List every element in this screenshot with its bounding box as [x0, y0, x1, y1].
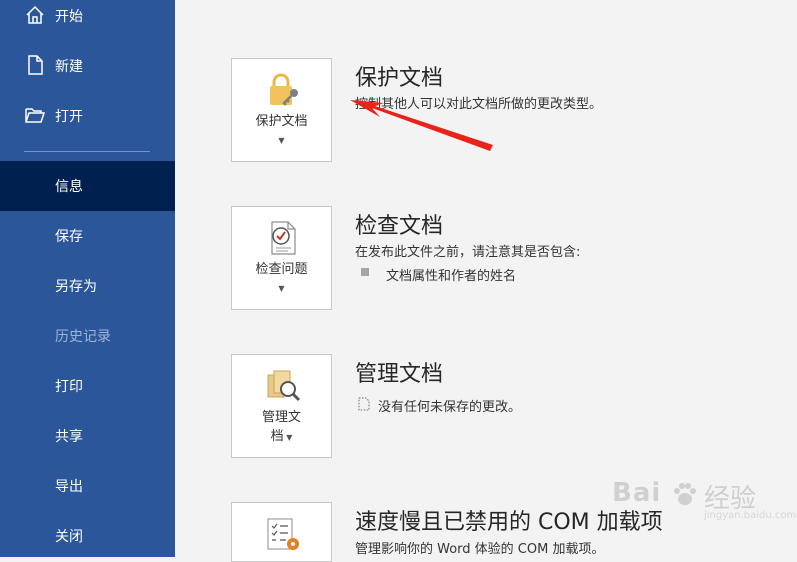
section-description: 控制其他人可以对此文档所做的更改类型。 [355, 97, 603, 112]
card-label: 保护文档 [255, 114, 308, 129]
sidebar-item-label: 信息 [55, 179, 83, 195]
bullet-text: 文档属性和作者的姓名 [386, 269, 517, 284]
section-description: 没有任何未保存的更改。 [378, 400, 522, 415]
section-title: 保护文档 [355, 66, 444, 91]
section-description: 在发布此文件之前，请注意其是否包含: [355, 245, 581, 260]
backstage-sidebar: 开始 新建 打开 信息 保存 另存为 历史记录 打印 共享 导出 关闭 [0, 0, 175, 557]
chevron-down-icon: ▼ [283, 433, 293, 442]
watermark-url: jingyan.baidu.com [704, 510, 797, 521]
paw-logo-icon [674, 483, 696, 505]
sidebar-item-home[interactable]: 开始 [0, 0, 175, 41]
chevron-down-icon: ▼ [278, 136, 285, 145]
lock-key-icon [270, 73, 298, 106]
bullet-marker [361, 268, 369, 276]
sidebar-item-history: 历史记录 [0, 311, 175, 361]
sidebar-item-export[interactable]: 导出 [0, 461, 175, 511]
open-folder-icon [25, 108, 46, 123]
card-label: 档 ▼ [270, 429, 293, 444]
sidebar-item-label: 保存 [55, 229, 83, 245]
sidebar-item-close[interactable]: 关闭 [0, 511, 175, 561]
watermark-brand: Bai [612, 478, 662, 508]
sidebar-item-print[interactable]: 打印 [0, 361, 175, 411]
card-label: 检查问题 [255, 262, 308, 277]
section-description: 管理影响你的 Word 体验的 COM 加载项。 [355, 542, 605, 557]
sidebar-item-save-as[interactable]: 另存为 [0, 261, 175, 311]
sidebar-item-label: 打印 [55, 379, 83, 395]
com-addins-button[interactable] [231, 502, 332, 562]
sidebar-item-label: 导出 [55, 479, 83, 495]
document-dotted-icon [358, 397, 370, 411]
check-issues-button[interactable]: 检查问题 ▼ [231, 206, 332, 310]
sidebar-item-label: 开始 [55, 9, 83, 25]
chevron-down-icon: ▼ [278, 284, 285, 293]
card-label: 管理文 [261, 410, 301, 425]
section-title: 管理文档 [355, 362, 444, 387]
sidebar-item-open[interactable]: 打开 [0, 91, 175, 141]
sidebar-item-label: 新建 [55, 59, 83, 75]
section-title: 检查文档 [355, 214, 444, 239]
sidebar-item-label: 另存为 [55, 279, 97, 295]
sidebar-item-new[interactable]: 新建 [0, 41, 175, 91]
sidebar-item-label: 共享 [55, 429, 83, 445]
manage-document-button[interactable]: 管理文 档 ▼ [231, 354, 332, 458]
sidebar-item-info[interactable]: 信息 [0, 161, 175, 211]
baidu-jingyan-watermark: Bai 经验 jingyan.baidu.com [612, 472, 796, 524]
inspect-document-icon [271, 221, 296, 255]
sidebar-item-label: 打开 [55, 109, 83, 125]
sidebar-item-label: 历史记录 [55, 329, 111, 345]
protect-document-button[interactable]: 保护文档 ▼ [231, 58, 332, 162]
sidebar-item-share[interactable]: 共享 [0, 411, 175, 461]
manage-document-icon [267, 370, 301, 402]
sidebar-item-label: 关闭 [55, 529, 83, 545]
sidebar-divider [24, 151, 150, 152]
sidebar-item-save[interactable]: 保存 [0, 211, 175, 261]
com-addins-icon [267, 518, 299, 550]
home-icon [26, 5, 44, 24]
new-document-icon [28, 55, 43, 75]
